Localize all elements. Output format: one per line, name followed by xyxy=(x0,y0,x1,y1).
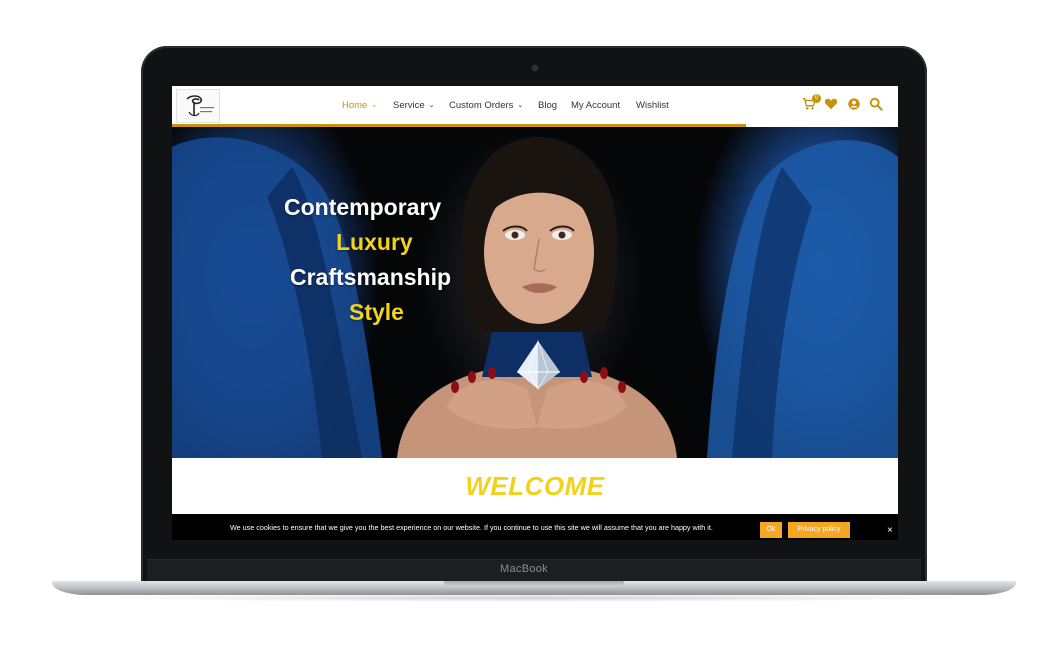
nav-item-home[interactable]: Home ⌄ xyxy=(342,100,377,111)
nav-item-label: Service xyxy=(393,100,425,111)
laptop-notch xyxy=(444,581,624,587)
user-icon[interactable] xyxy=(847,97,861,111)
welcome-section: WELCOME xyxy=(172,458,898,514)
close-icon[interactable]: × xyxy=(887,526,893,536)
laptop-brand-label: MacBook xyxy=(500,563,548,575)
nav-item-custom-orders[interactable]: Custom Orders ⌄ xyxy=(449,100,523,111)
cookie-ok-button[interactable]: Ok xyxy=(760,522,782,538)
nav-item-label: Custom Orders xyxy=(449,100,514,111)
nav-item-service[interactable]: Service ⌄ xyxy=(393,100,435,111)
cookie-message: We use cookies to ensure that we give yo… xyxy=(230,523,713,532)
chevron-down-icon: ⌄ xyxy=(428,102,435,109)
welcome-heading: WELCOME xyxy=(465,471,605,501)
search-icon[interactable] xyxy=(869,97,883,111)
nav-item-label: Home xyxy=(342,100,368,111)
hero-headline-line: Contemporary xyxy=(284,194,442,220)
nav-item-wishlist[interactable]: Wishlist xyxy=(636,100,669,111)
hero-headline-line: Craftsmanship xyxy=(290,264,452,290)
hero-headline-line: Luxury xyxy=(336,229,413,255)
browser-screen: Home ⌄ Service ⌄ Custom Orders ⌄ Blog My Ac… xyxy=(172,86,898,540)
hero-model-image xyxy=(172,137,898,458)
heart-icon[interactable] xyxy=(824,97,838,111)
main-nav: Home ⌄ Service ⌄ Custom Orders ⌄ Blog My Ac… xyxy=(172,86,898,124)
cookie-consent-bar: We use cookies to ensure that we give yo… xyxy=(172,514,898,540)
nav-item-label: Wishlist xyxy=(636,100,669,111)
hero-headline-line: Style xyxy=(349,299,404,325)
nav-item-my-account[interactable]: My Account xyxy=(571,100,620,111)
chevron-down-icon: ⌄ xyxy=(371,102,378,109)
nav-item-label: Blog xyxy=(538,100,558,111)
webcam-icon xyxy=(532,65,538,71)
hero-banner: Contemporary Luxury Craftsmanship Style xyxy=(172,127,898,458)
laptop-shadow xyxy=(90,594,978,602)
privacy-policy-button[interactable]: Privacy policy xyxy=(788,522,850,538)
chevron-down-icon: ⌄ xyxy=(517,102,524,109)
nav-item-blog[interactable]: Blog xyxy=(538,100,557,111)
nav-item-label: My Account xyxy=(571,100,621,111)
site-header: Home ⌄ Service ⌄ Custom Orders ⌄ Blog My Ac… xyxy=(172,86,898,124)
cart-count-badge: 0 xyxy=(812,94,821,103)
